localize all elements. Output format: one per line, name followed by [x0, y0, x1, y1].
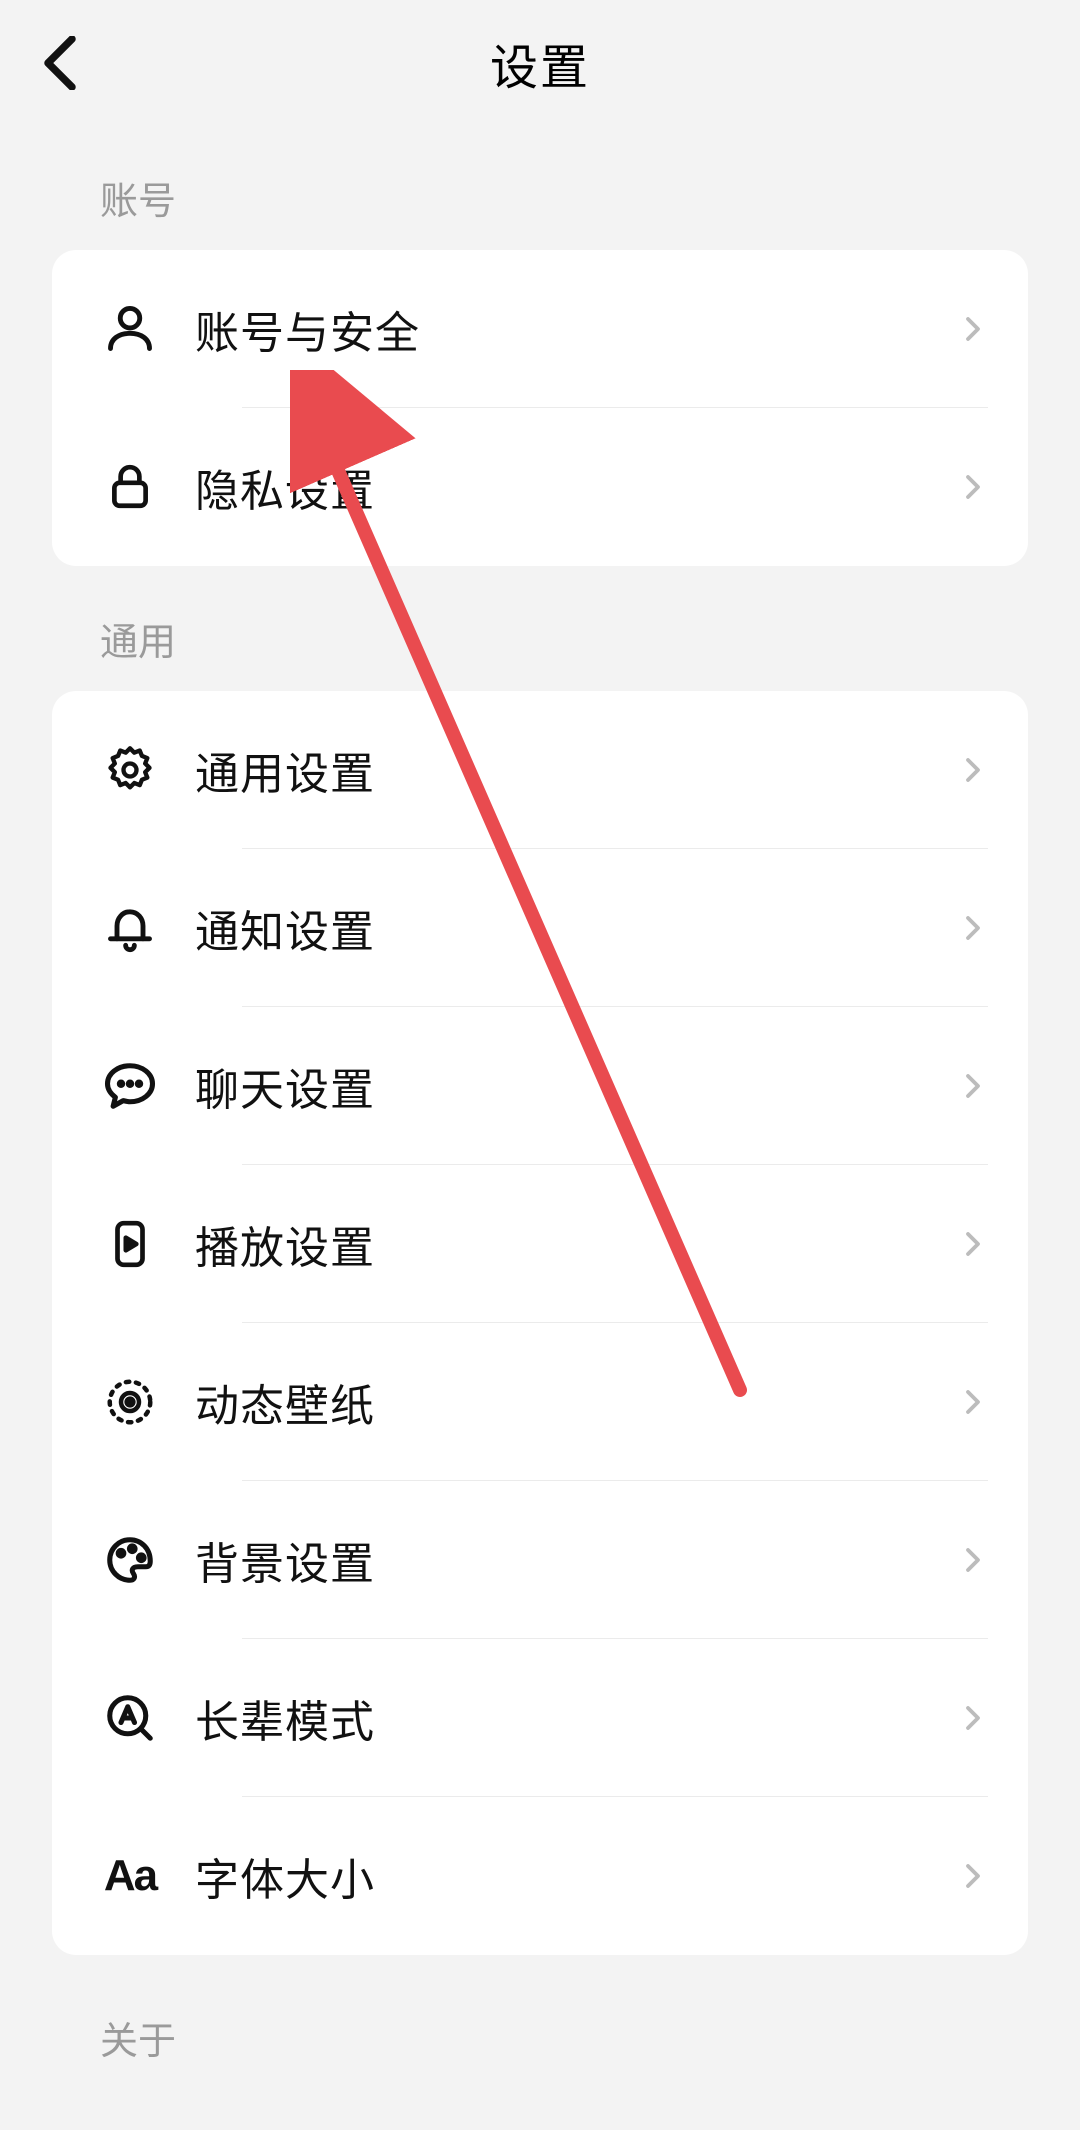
row-account-security[interactable]: 账号与安全 — [52, 250, 1028, 408]
chevron-right-icon — [958, 1545, 988, 1575]
lock-icon — [100, 457, 160, 517]
row-label: 通知设置 — [195, 896, 958, 960]
section-account: 账号与安全 隐私设置 — [52, 250, 1028, 566]
row-general-settings[interactable]: 通用设置 — [52, 691, 1028, 849]
row-chat[interactable]: 聊天设置 — [52, 1007, 1028, 1165]
elder-mode-icon — [100, 1688, 160, 1748]
row-label: 聊天设置 — [195, 1054, 958, 1118]
live-wallpaper-icon — [100, 1372, 160, 1432]
row-label: 通用设置 — [195, 738, 958, 802]
row-background[interactable]: 背景设置 — [52, 1481, 1028, 1639]
chevron-right-icon — [958, 314, 988, 344]
row-label: 长辈模式 — [195, 1686, 958, 1750]
bell-icon — [100, 898, 160, 958]
chat-icon — [100, 1056, 160, 1116]
back-button[interactable] — [30, 33, 90, 93]
chevron-right-icon — [958, 472, 988, 502]
chevron-left-icon — [42, 36, 78, 90]
section-label-about: 关于 — [0, 1955, 1080, 2090]
font-size-icon: Aa — [100, 1846, 160, 1906]
chevron-right-icon — [958, 1229, 988, 1259]
chevron-right-icon — [958, 1387, 988, 1417]
section-label-account: 账号 — [0, 125, 1080, 250]
row-font-size[interactable]: Aa 字体大小 — [52, 1797, 1028, 1955]
chevron-right-icon — [958, 1703, 988, 1733]
palette-icon — [100, 1530, 160, 1590]
header: 设置 — [0, 0, 1080, 125]
row-label: 播放设置 — [195, 1212, 958, 1276]
gear-icon — [100, 740, 160, 800]
row-label: 隐私设置 — [195, 455, 958, 519]
row-label: 账号与安全 — [195, 297, 958, 361]
chevron-right-icon — [958, 1861, 988, 1891]
chevron-right-icon — [958, 913, 988, 943]
page-title: 设置 — [0, 28, 1080, 98]
row-wallpaper[interactable]: 动态壁纸 — [52, 1323, 1028, 1481]
chevron-right-icon — [958, 755, 988, 785]
row-label: 动态壁纸 — [195, 1370, 958, 1434]
row-privacy[interactable]: 隐私设置 — [52, 408, 1028, 566]
row-notifications[interactable]: 通知设置 — [52, 849, 1028, 1007]
section-general: 通用设置 通知设置 聊天设置 播放设置 动态壁纸 — [52, 691, 1028, 1955]
row-elder-mode[interactable]: 长辈模式 — [52, 1639, 1028, 1797]
row-label: 背景设置 — [195, 1528, 958, 1592]
play-device-icon — [100, 1214, 160, 1274]
section-label-general: 通用 — [0, 566, 1080, 691]
user-icon — [100, 299, 160, 359]
row-label: 字体大小 — [195, 1844, 958, 1908]
row-playback[interactable]: 播放设置 — [52, 1165, 1028, 1323]
chevron-right-icon — [958, 1071, 988, 1101]
